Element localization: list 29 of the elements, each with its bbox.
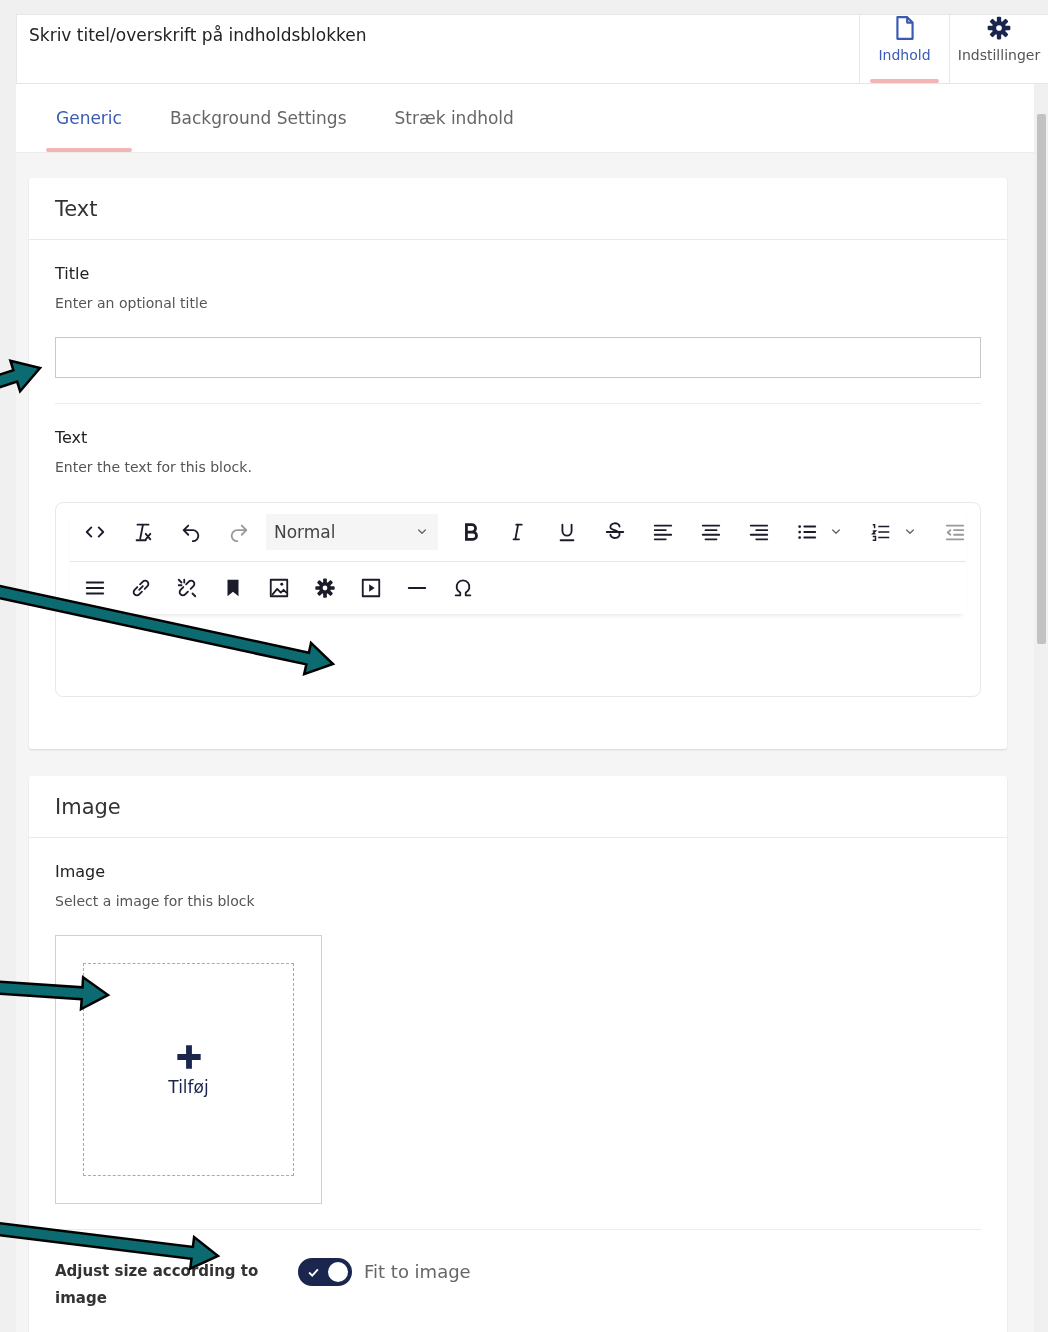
field-description: Enter an optional title	[55, 295, 209, 311]
toggle-label: Fit to image	[364, 1260, 471, 1284]
field-label: Text	[55, 428, 89, 447]
tab[interactable]: Stræk indhold	[384, 84, 524, 152]
annotation-arrow	[0, 358, 43, 394]
field-description: Enter the text for this block.	[55, 459, 253, 475]
field-label: Adjust size according to image	[55, 1261, 260, 1309]
tab[interactable]: Generic	[46, 84, 132, 152]
title-field[interactable]	[55, 337, 981, 378]
unlink-icon[interactable]	[176, 577, 198, 599]
format-dropdown[interactable]: Normal	[266, 514, 438, 550]
block-title: Skriv titel/overskrift på indholdsblokken	[28, 24, 368, 47]
section-heading: Image	[55, 794, 121, 819]
add-image-button[interactable]: Tilføj	[83, 963, 294, 1176]
section-heading: Text	[55, 196, 98, 221]
image-icon[interactable]	[268, 577, 290, 599]
field-label: Image	[55, 862, 107, 881]
numbered-list-icon[interactable]	[870, 521, 892, 543]
add-label: Tilføj	[168, 1076, 209, 1097]
scrollbar-thumb[interactable]	[1037, 114, 1046, 644]
gear-icon	[986, 15, 1012, 41]
toggle-switch[interactable]	[298, 1258, 352, 1286]
link-icon[interactable]	[130, 577, 152, 599]
omega-icon[interactable]	[452, 577, 474, 599]
plus-icon	[174, 1042, 203, 1071]
field-label: Title	[55, 264, 91, 283]
tab[interactable]: Background Settings	[159, 84, 357, 152]
field-description: Select a image for this block	[55, 893, 256, 909]
media-icon[interactable]	[360, 577, 382, 599]
